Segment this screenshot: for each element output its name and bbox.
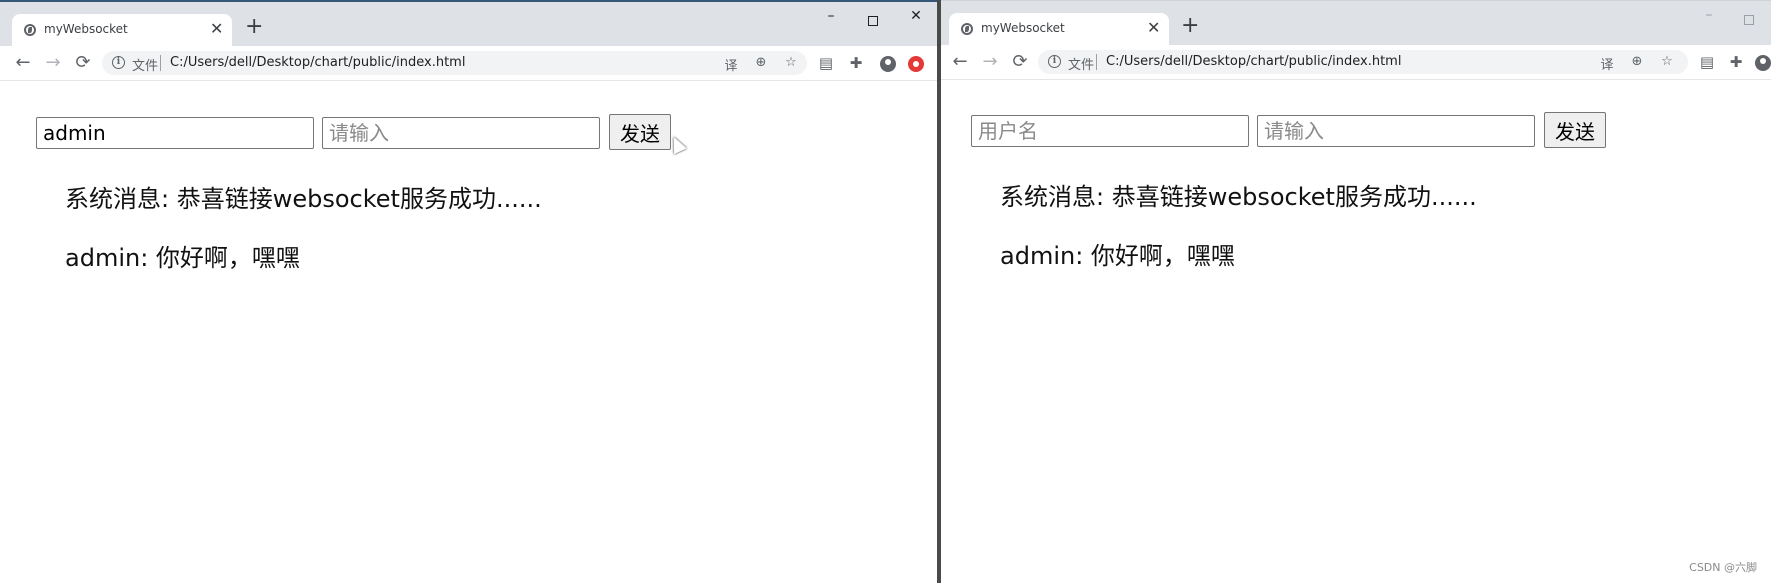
forward-button[interactable]: → (42, 52, 64, 74)
bookmark-star-icon[interactable]: ☆ (782, 55, 800, 70)
info-icon[interactable]: i (112, 56, 125, 69)
chat-message: admin: 你好啊，嘿嘿 (1000, 242, 1235, 270)
page-content: 发送 系统消息: 恭喜链接websocket服务成功...... admin: … (941, 80, 1771, 583)
message-input[interactable] (322, 117, 600, 149)
new-tab-button[interactable]: + (1181, 15, 1199, 37)
address-separator (160, 55, 161, 71)
address-bar[interactable]: i 文件 C:/Users/dell/Desktop/chart/public/… (1038, 50, 1688, 74)
browser-tab[interactable]: myWebsocket ✕ (949, 13, 1169, 45)
tab-strip: myWebsocket ✕ + – (941, 1, 1771, 45)
maximize-button[interactable] (1744, 15, 1754, 25)
zoom-icon[interactable]: ⊕ (752, 55, 770, 70)
info-icon[interactable]: i (1048, 55, 1061, 68)
media-icon[interactable]: ▤ (1697, 53, 1717, 71)
bookmark-star-icon[interactable]: ☆ (1658, 54, 1676, 69)
page-content: 发送 系统消息: 恭喜链接websocket服务成功...... admin: … (0, 81, 938, 583)
address-scheme-label: 文件 (132, 59, 159, 74)
globe-icon (24, 24, 36, 36)
extensions-icon[interactable]: ✚ (1726, 53, 1746, 71)
close-window-button[interactable]: ✕ (905, 8, 927, 24)
minimize-button[interactable]: – (820, 8, 842, 24)
address-scheme-label: 文件 (1068, 58, 1095, 73)
tab-close-icon[interactable]: ✕ (210, 19, 223, 38)
minimize-button[interactable]: – (1698, 7, 1720, 23)
record-extension-icon[interactable] (908, 56, 924, 72)
translate-icon[interactable]: 译 (1598, 54, 1616, 73)
tab-close-icon[interactable]: ✕ (1147, 18, 1160, 37)
system-message: 系统消息: 恭喜链接websocket服务成功...... (65, 185, 542, 213)
forward-button[interactable]: → (979, 51, 1001, 73)
address-url[interactable]: C:/Users/dell/Desktop/chart/public/index… (1106, 54, 1401, 69)
system-message: 系统消息: 恭喜链接websocket服务成功...... (1000, 183, 1477, 211)
tab-title: myWebsocket (44, 22, 128, 36)
globe-icon (961, 23, 973, 35)
username-input[interactable] (36, 117, 314, 149)
reload-button[interactable]: ⟳ (72, 52, 94, 74)
back-button[interactable]: ← (12, 52, 34, 74)
browser-toolbar: ← → ⟳ i 文件 C:/Users/dell/Desktop/chart/p… (0, 46, 938, 81)
address-url[interactable]: C:/Users/dell/Desktop/chart/public/index… (170, 55, 465, 70)
profile-icon[interactable] (880, 56, 896, 72)
message-input[interactable] (1257, 115, 1535, 147)
browser-window-right: myWebsocket ✕ + – ← → ⟳ i 文件 C:/Users/de… (941, 0, 1771, 583)
watermark-text: CSDN @六脚 (1689, 561, 1757, 574)
address-separator (1096, 54, 1097, 70)
send-button[interactable]: 发送 (1544, 112, 1606, 148)
browser-toolbar: ← → ⟳ i 文件 C:/Users/dell/Desktop/chart/p… (941, 45, 1771, 80)
maximize-button[interactable] (868, 16, 878, 26)
tab-strip: myWebsocket ✕ + – ✕ (0, 2, 938, 46)
address-bar[interactable]: i 文件 C:/Users/dell/Desktop/chart/public/… (102, 51, 807, 75)
send-button[interactable]: 发送 (609, 114, 671, 150)
username-input[interactable] (971, 115, 1249, 147)
browser-tab[interactable]: myWebsocket ✕ (12, 14, 232, 46)
new-tab-button[interactable]: + (245, 16, 263, 38)
profile-icon[interactable] (1755, 55, 1771, 71)
media-icon[interactable]: ▤ (816, 54, 836, 72)
chat-message: admin: 你好啊，嘿嘿 (65, 244, 300, 272)
browser-window-left: myWebsocket ✕ + – ✕ ← → ⟳ i 文件 C:/Users/… (0, 0, 938, 583)
extensions-icon[interactable]: ✚ (846, 54, 866, 72)
translate-icon[interactable]: 译 (722, 55, 740, 74)
back-button[interactable]: ← (949, 51, 971, 73)
tab-title: myWebsocket (981, 21, 1065, 35)
zoom-icon[interactable]: ⊕ (1628, 54, 1646, 69)
reload-button[interactable]: ⟳ (1009, 51, 1031, 73)
